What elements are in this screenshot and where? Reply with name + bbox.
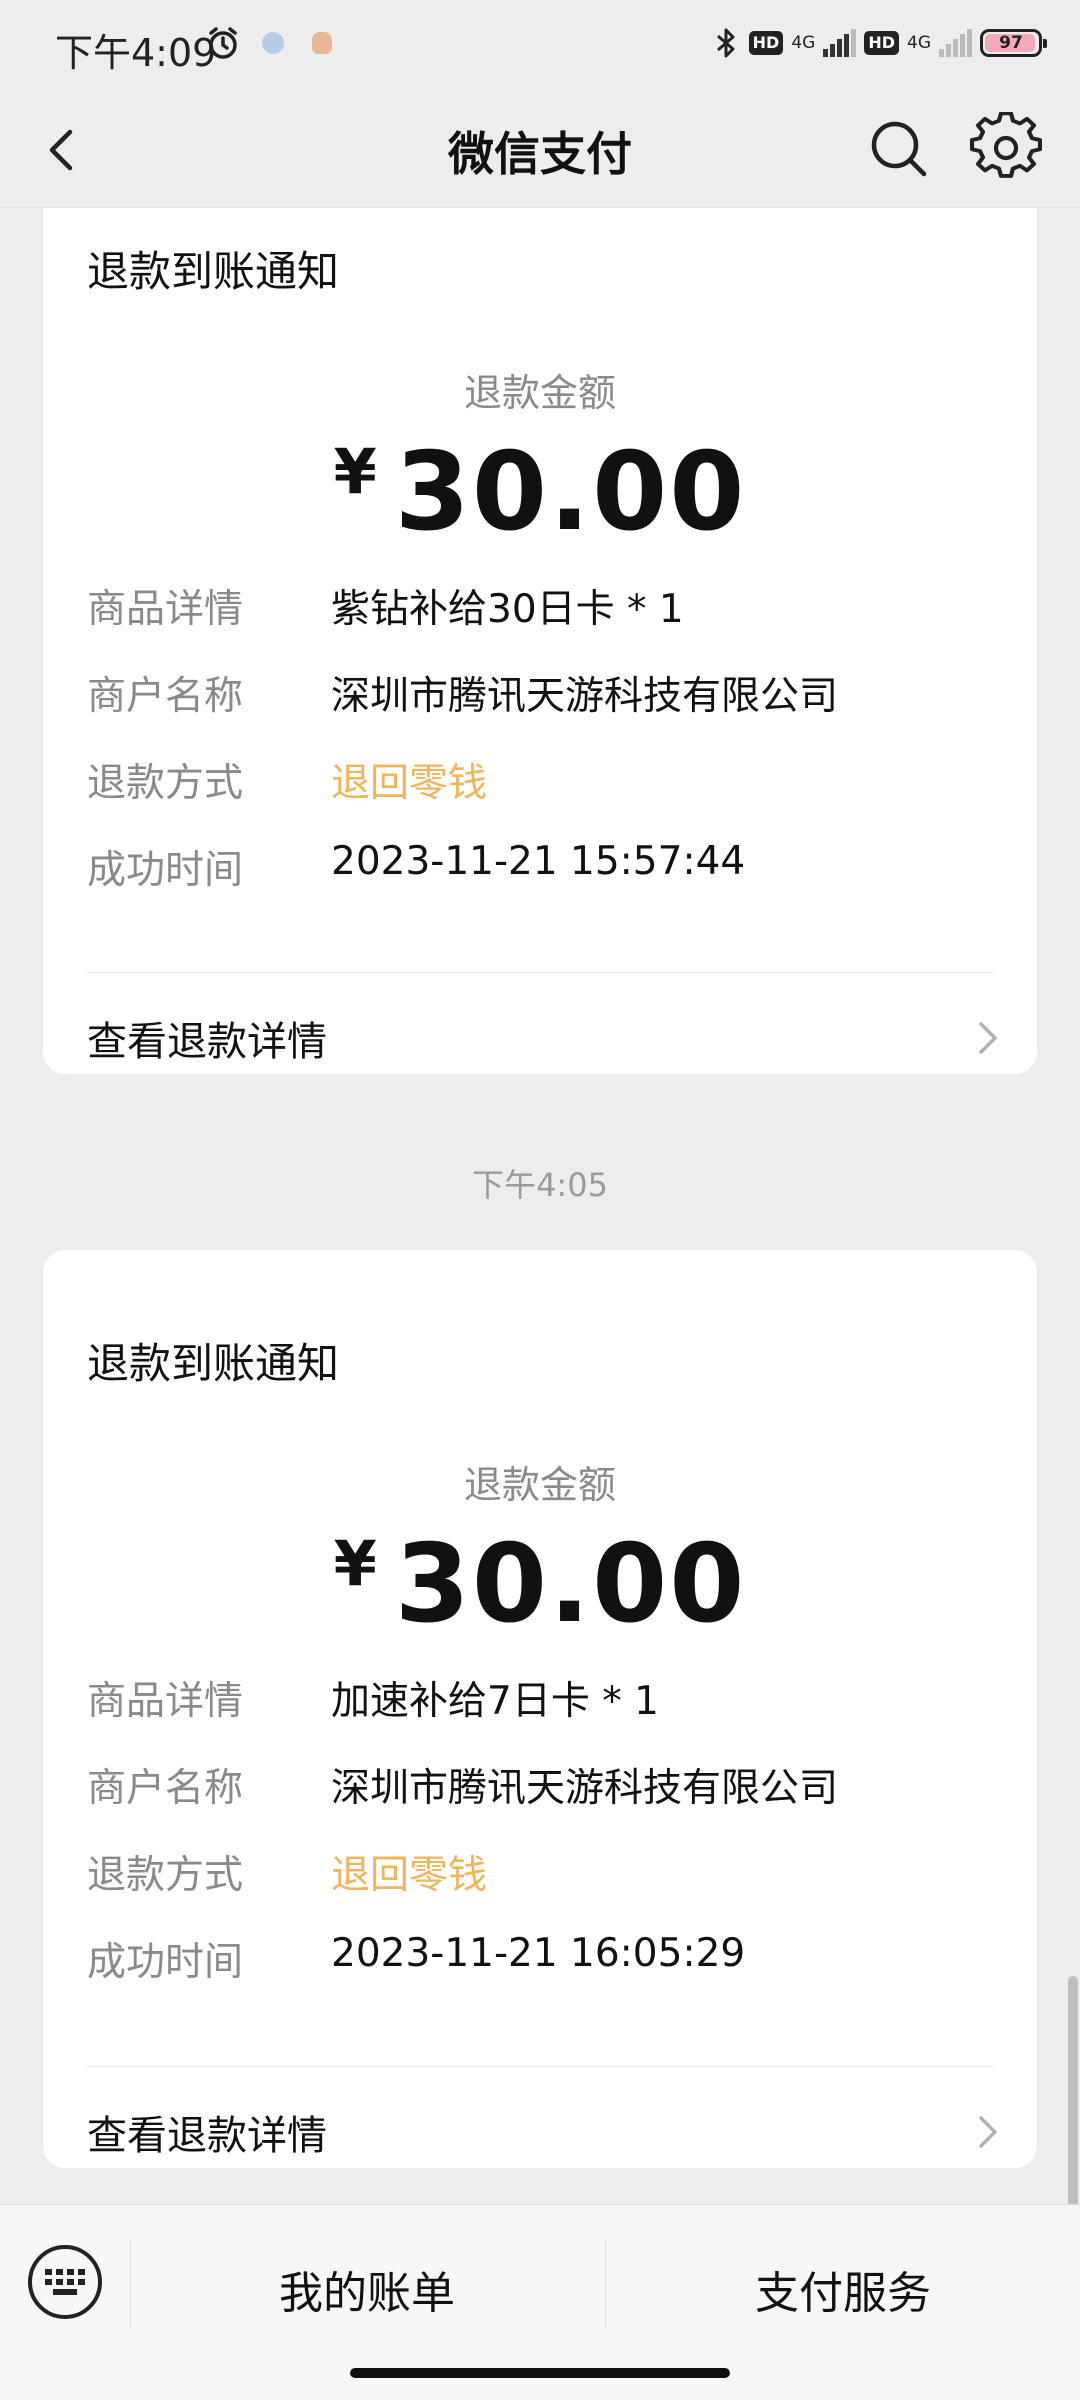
keyboard-icon [45,2269,85,2295]
hd-badge: HD [748,31,784,55]
signal-icon [823,29,857,57]
status-indicators: HD 4G HD 4G 97 [711,26,1047,60]
divider [87,2066,993,2067]
detail-row-time: 成功时间 2023-11-21 15:57:44 [87,839,993,926]
row-value: 深圳市腾讯天游科技有限公司 [331,674,839,719]
refund-amount: ¥30.00 [43,1522,1037,1647]
detail-row-merchant: 商户名称 深圳市腾讯天游科技有限公司 [87,1757,993,1844]
bottom-menu-bar: 我的账单 支付服务 [0,2204,1080,2400]
detail-row-time: 成功时间 2023-11-21 16:05:29 [87,1931,993,2018]
detail-row-method: 退款方式 退回零钱 [87,752,993,839]
amount-label: 退款金额 [463,371,616,415]
hd-badge: HD [864,31,899,55]
alarm-icon [209,27,237,59]
currency-symbol: ¥ [333,1527,377,1600]
screen: 下午4:09 HD 4G HD 4G 97 微信支付 退款到账通知 退款金额 ¥… [0,0,1080,2400]
signal-icon [939,29,972,57]
detail-row-product: 商品详情 加速补给7日卡 * 1 [87,1670,993,1757]
message-list[interactable]: 退款到账通知 退款金额 ¥30.00 商品详情 紫钻补给30日卡 * 1 商户名称… [0,208,1080,2204]
row-value: 2023-11-21 16:05:29 [331,1931,746,1976]
row-value: 加速补给7日卡 * 1 [331,1679,659,1724]
row-key: 成功时间 [87,848,244,893]
bluetooth-icon [716,28,735,58]
chevron-right-icon [979,2116,997,2148]
detail-row-merchant: 商户名称 深圳市腾讯天游科技有限公司 [87,665,993,752]
link-label: 查看退款详情 [87,1019,327,1065]
row-key: 成功时间 [87,1940,244,1985]
row-value: 紫钻补给30日卡 * 1 [331,587,684,632]
refund-notice-card[interactable]: 退款到账通知 退款金额 ¥30.00 商品详情 紫钻补给30日卡 * 1 商户名称… [43,208,1037,1074]
row-value: 退回零钱 [331,761,488,806]
divider [87,972,993,973]
detail-rows: 商品详情 加速补给7日卡 * 1 商户名称 深圳市腾讯天游科技有限公司 退款方式 退回… [87,1670,993,2018]
currency-symbol: ¥ [333,435,377,508]
row-key: 商品详情 [87,587,244,632]
row-value: 退回零钱 [331,1853,488,1898]
chevron-right-icon [979,1022,997,1054]
link-label: 查看退款详情 [87,2113,327,2159]
message-timestamp: 下午4:05 [472,1166,608,1204]
row-key: 商户名称 [87,674,244,719]
network-type: 4G [791,33,816,53]
tab-payment-services[interactable]: 支付服务 [606,2257,1080,2321]
scrollbar[interactable] [1068,1976,1078,2204]
row-key: 退款方式 [87,1853,244,1898]
search-icon[interactable] [864,114,934,184]
keyboard-toggle-button[interactable] [28,2245,102,2319]
row-key: 退款方式 [87,761,244,806]
detail-row-method: 退款方式 退回零钱 [87,1844,993,1931]
amount-value: 30.00 [394,1522,747,1647]
row-value: 深圳市腾讯天游科技有限公司 [331,1766,839,1811]
refund-amount: ¥30.00 [43,430,1037,555]
status-time: 下午4:09 [55,31,217,75]
notification-app-icon [262,32,284,54]
tab-my-bills[interactable]: 我的账单 [130,2257,604,2321]
amount-label: 退款金额 [463,1463,616,1507]
amount-value: 30.00 [394,430,747,555]
detail-row-product: 商品详情 紫钻补给30日卡 * 1 [87,578,993,665]
row-value: 2023-11-21 15:57:44 [331,839,746,884]
row-key: 商品详情 [87,1679,244,1724]
notification-app-icon [312,32,332,54]
nav-bar: 微信支付 [0,90,1080,208]
row-key: 商户名称 [87,1766,244,1811]
view-refund-details-link[interactable]: 查看退款详情 [87,1002,1007,1074]
refund-notice-card[interactable]: 退款到账通知 退款金额 ¥30.00 商品详情 加速补给7日卡 * 1 商户名称 深… [43,1250,1037,2168]
home-indicator[interactable] [350,2368,730,2378]
card-title: 退款到账通知 [87,1339,340,1388]
detail-rows: 商品详情 紫钻补给30日卡 * 1 商户名称 深圳市腾讯天游科技有限公司 退款方式退… [87,578,993,926]
gear-icon[interactable] [970,112,1042,184]
card-title: 退款到账通知 [87,247,340,296]
view-refund-details-link[interactable]: 查看退款详情 [87,2096,1007,2168]
battery-icon: 97 [980,29,1047,57]
network-type: 4G [907,33,931,53]
status-bar: 下午4:09 HD 4G HD 4G 97 [0,0,1080,90]
